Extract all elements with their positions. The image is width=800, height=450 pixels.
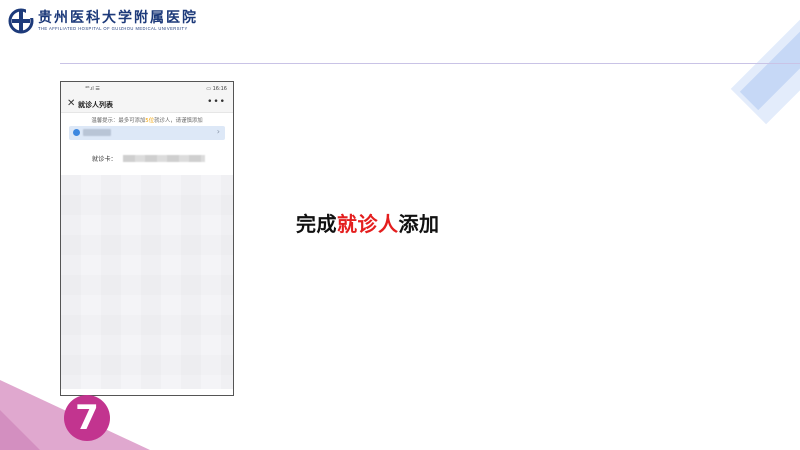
battery-time: ▭ 16:16 (206, 86, 227, 92)
hospital-logo: 贵州医科大学附属医院 THE AFFILIATED HOSPITAL OF GU… (8, 8, 204, 34)
header-divider (60, 63, 800, 64)
decor-triangle (0, 410, 40, 450)
user-icon (73, 129, 80, 136)
empty-area (61, 175, 233, 395)
step-number-badge: 7 (64, 395, 110, 441)
hospital-name-cn: 贵州医科大学附属医院 (38, 10, 198, 26)
patient-item[interactable]: › (69, 126, 225, 140)
more-icon[interactable]: ••• (207, 97, 226, 107)
chevron-right-icon: › (216, 127, 220, 136)
hospital-name-en: THE AFFILIATED HOSPITAL OF GUIZHOU MEDIC… (38, 26, 188, 31)
page-title: 就诊人列表 (78, 101, 113, 109)
hospital-emblem-icon (8, 8, 34, 34)
card-label: 就诊卡： (92, 156, 117, 163)
signal-icon: ⁴ᴳ.ıl ☰ (85, 86, 100, 92)
patient-name-redacted (83, 129, 111, 136)
nav-bar: ✕ 就诊人列表 ••• (61, 97, 233, 113)
phone-screenshot: ⁴ᴳ.ıl ☰ ▭ 16:16 ✕ 就诊人列表 ••• 温馨提示：最多可添加5位… (60, 81, 234, 396)
card-number-redacted (123, 155, 205, 162)
caption-highlight: 就诊人 (337, 212, 399, 236)
tip-text: 温馨提示：最多可添加5位就诊人，请谨慎添加 (91, 118, 203, 124)
close-icon[interactable]: ✕ (67, 98, 75, 109)
status-bar: ⁴ᴳ.ıl ☰ ▭ 16:16 (61, 82, 233, 97)
tip-highlight: 5位 (145, 118, 155, 124)
patient-list: 温馨提示：最多可添加5位就诊人，请谨慎添加 › 就诊卡： (61, 113, 233, 175)
step-caption: 完成就诊人添加 (296, 212, 440, 236)
